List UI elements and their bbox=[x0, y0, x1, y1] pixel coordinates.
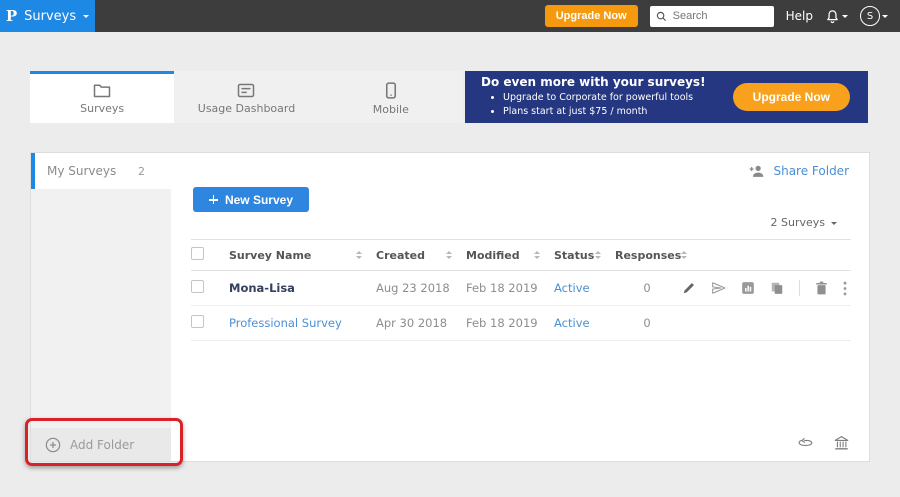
survey-name-link[interactable]: Mona-Lisa bbox=[229, 281, 295, 295]
edit-button[interactable] bbox=[682, 281, 696, 295]
created-date: Apr 30 2018 bbox=[376, 316, 447, 330]
column-header-survey-name[interactable]: Survey Name bbox=[229, 249, 311, 262]
row-checkbox[interactable] bbox=[191, 280, 204, 293]
actions-divider bbox=[799, 280, 800, 296]
bell-icon bbox=[825, 9, 840, 24]
copy-button[interactable] bbox=[770, 281, 784, 295]
sort-icon[interactable] bbox=[681, 248, 687, 262]
created-date: Aug 23 2018 bbox=[376, 281, 450, 295]
add-folder-label: Add Folder bbox=[70, 438, 134, 452]
surveys-count-dropdown[interactable]: 2 Surveys bbox=[771, 216, 838, 229]
sort-icon[interactable] bbox=[534, 248, 540, 262]
surveys-count-label: 2 Surveys bbox=[771, 216, 826, 229]
more-options-button[interactable] bbox=[843, 281, 847, 296]
send-button[interactable] bbox=[711, 281, 726, 295]
share-folder-button[interactable]: Share Folder bbox=[749, 164, 849, 178]
search-icon bbox=[656, 11, 667, 22]
tab-usage-dashboard[interactable]: Usage Dashboard bbox=[174, 71, 318, 123]
folder-label: My Surveys bbox=[47, 164, 116, 178]
trash-icon bbox=[815, 281, 828, 295]
tab-mobile[interactable]: Mobile bbox=[319, 71, 463, 123]
chevron-down-icon bbox=[842, 15, 848, 21]
plus-circle-icon bbox=[45, 437, 61, 453]
folders-sidebar: My Surveys 2 Add Folder bbox=[31, 153, 171, 461]
column-header-responses[interactable]: Responses bbox=[615, 249, 681, 262]
delete-button[interactable] bbox=[815, 281, 828, 295]
select-all-checkbox[interactable] bbox=[191, 247, 204, 260]
row-checkbox[interactable] bbox=[191, 315, 204, 328]
sort-icon[interactable] bbox=[356, 248, 362, 262]
avatar: S bbox=[860, 6, 880, 26]
pencil-icon bbox=[682, 281, 696, 295]
tab-label: Surveys bbox=[80, 102, 124, 115]
chevron-down-icon bbox=[831, 222, 837, 228]
folder-count: 2 bbox=[138, 165, 145, 178]
promo-title: Do even more with your surveys! bbox=[481, 75, 706, 89]
chevron-down-icon bbox=[83, 15, 89, 21]
promo-bullet: Plans start at just $75 / month bbox=[503, 105, 706, 119]
plus-icon bbox=[209, 195, 218, 204]
reports-button[interactable] bbox=[741, 281, 755, 295]
table-header-row: Survey Name Created Modified Status Resp… bbox=[191, 239, 851, 271]
tab-label: Usage Dashboard bbox=[198, 102, 295, 115]
surveys-content: Share Folder New Survey 2 Surveys Survey… bbox=[171, 153, 869, 461]
promo-bullets: Upgrade to Corporate for powerful tools … bbox=[481, 91, 706, 119]
help-link[interactable]: Help bbox=[786, 9, 813, 23]
bank-building-icon bbox=[834, 436, 849, 451]
add-folder-button[interactable]: Add Folder bbox=[31, 428, 171, 461]
tab-label: Mobile bbox=[373, 103, 409, 116]
promo-bullet: Upgrade to Corporate for powerful tools bbox=[503, 91, 706, 105]
survey-name-link[interactable]: Professional Survey bbox=[229, 316, 342, 330]
mobile-icon bbox=[385, 82, 397, 99]
new-survey-button[interactable]: New Survey bbox=[193, 187, 309, 212]
status-badge: Active bbox=[554, 316, 590, 330]
responses-count: 0 bbox=[615, 316, 679, 330]
sort-icon[interactable] bbox=[446, 248, 452, 262]
promo-banner: Do even more with your surveys! Upgrade … bbox=[465, 71, 868, 123]
column-header-status[interactable]: Status bbox=[554, 249, 594, 262]
undo-arrow-icon bbox=[797, 437, 814, 450]
sidebar-item-my-surveys[interactable]: My Surveys 2 bbox=[31, 153, 171, 189]
notifications-button[interactable] bbox=[825, 9, 848, 24]
brand-logo-icon: P bbox=[6, 7, 17, 25]
tab-strip: Surveys Usage Dashboard Mobile bbox=[30, 71, 463, 123]
archive-button[interactable] bbox=[834, 436, 849, 451]
bar-chart-icon bbox=[741, 281, 755, 295]
banner-upgrade-button[interactable]: Upgrade Now bbox=[733, 83, 850, 111]
modified-date: Feb 18 2019 bbox=[466, 316, 538, 330]
search-box[interactable] bbox=[650, 6, 774, 27]
surveys-table: Survey Name Created Modified Status Resp… bbox=[191, 239, 851, 341]
kebab-menu-icon bbox=[843, 281, 847, 296]
table-row: Professional Survey Apr 30 2018 Feb 18 2… bbox=[191, 306, 851, 341]
surveys-panel: My Surveys 2 Add Folder Share Folder New… bbox=[30, 152, 870, 462]
brand-menu[interactable]: P Surveys bbox=[0, 0, 95, 32]
dashboard-icon bbox=[237, 83, 255, 98]
add-person-icon bbox=[749, 164, 766, 178]
copy-icon bbox=[770, 281, 784, 295]
table-row: Mona-Lisa Aug 23 2018 Feb 18 2019 Active… bbox=[191, 271, 851, 306]
top-bar: P Surveys Upgrade Now Help S bbox=[0, 0, 900, 32]
modified-date: Feb 18 2019 bbox=[466, 281, 538, 295]
account-menu[interactable]: S bbox=[860, 6, 888, 26]
share-folder-label: Share Folder bbox=[773, 164, 849, 178]
column-header-created[interactable]: Created bbox=[376, 249, 425, 262]
paper-plane-icon bbox=[711, 281, 726, 295]
chevron-down-icon bbox=[882, 15, 888, 21]
responses-count: 0 bbox=[615, 281, 679, 295]
search-input[interactable] bbox=[671, 9, 755, 23]
status-badge: Active bbox=[554, 281, 590, 295]
product-switcher-label: Surveys bbox=[24, 9, 76, 24]
tab-surveys[interactable]: Surveys bbox=[30, 71, 174, 123]
new-survey-label: New Survey bbox=[225, 193, 293, 207]
column-header-modified[interactable]: Modified bbox=[466, 249, 520, 262]
folder-icon bbox=[93, 83, 111, 98]
upgrade-now-button[interactable]: Upgrade Now bbox=[545, 5, 638, 27]
restore-button[interactable] bbox=[797, 437, 814, 450]
